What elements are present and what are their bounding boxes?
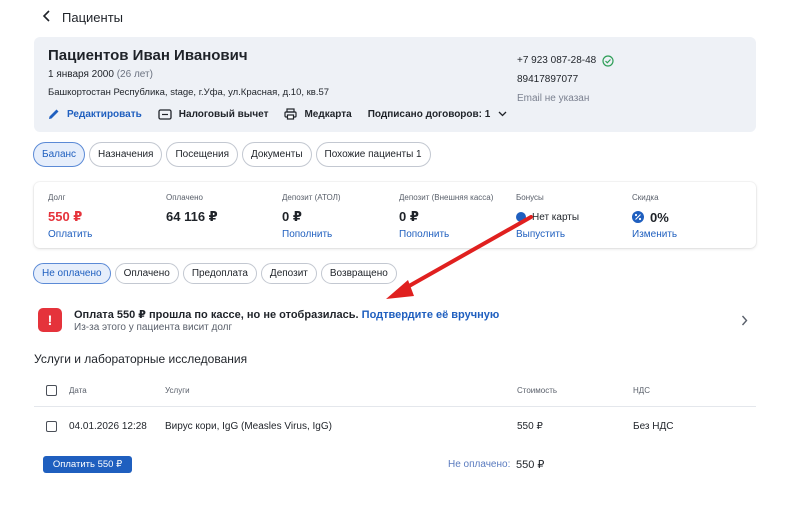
col-service: Услуги [165,386,190,395]
debt-label: Долг [48,193,66,202]
topup-atol-link[interactable]: Пополнить [282,229,341,240]
select-all-checkbox[interactable] [46,385,57,396]
top-bar: Пациенты [0,0,800,36]
contracts-dropdown[interactable]: Подписано договоров: 1 [368,109,515,120]
patient-address: Башкортостан Республика, stage, г.Уфа, у… [48,87,330,98]
filter-unpaid[interactable]: Не оплачено [33,263,111,284]
tax-deduction-button[interactable]: Налоговый вычет [158,108,269,120]
tax-deduction-label: Налоговый вычет [178,108,269,120]
balance-bonuses: Бонусы Нет карты Выпустить [516,193,579,240]
payment-alert[interactable]: ! Оплата 550 ₽ прошла по кассе, но не от… [34,300,756,342]
chevron-down-icon [498,111,507,117]
edit-button-label: Редактировать [67,108,142,120]
balance-paid: Оплачено 64 116 ₽ [166,193,218,227]
deposit-ext-value: 0 ₽ [399,209,419,224]
patient-tabs: Баланс Назначения Посещения Документы По… [33,142,435,167]
topup-ext-link[interactable]: Пополнить [399,229,493,240]
pay-debt-link[interactable]: Оплатить [48,229,92,240]
medcard-label: Медкарта [304,108,352,120]
balance-deposit-external: Депозит (Внешняя касса) 0 ₽ Пополнить [399,193,493,240]
balance-card: Долг 550 ₽ Оплатить Оплачено 64 116 ₽ Де… [34,182,756,248]
row-vat: Без НДС [633,420,674,432]
unpaid-label: Не оплачено: [448,459,511,470]
balance-deposit-atol: Депозит (АТОЛ) 0 ₽ Пополнить [282,193,341,240]
deposit-atol-value: 0 ₽ [282,209,302,224]
patient-email: Email не указан [517,93,590,104]
row-service: Вирус кори, IgG (Measles Virus, IgG) [165,420,332,432]
back-chevron-left-icon[interactable] [42,9,52,26]
patient-dob: 1 января 2000 (26 лет) [48,69,153,80]
col-cost: Стоимость [517,386,558,395]
filter-prepayment[interactable]: Предоплата [182,263,257,284]
confirm-manually-link[interactable]: Подтвердите её вручную [362,309,500,321]
filter-paid[interactable]: Оплачено [114,263,179,284]
alert-subtitle: Из-за этого у пациента висит долг [74,322,233,333]
row-checkbox[interactable] [46,420,57,432]
contracts-label: Подписано договоров: 1 [367,108,491,120]
col-vat: НДС [633,386,650,395]
bonuses-value-text: Нет карты [532,211,580,223]
patient-age: (26 лет) [116,69,153,80]
verified-check-icon [602,54,614,67]
card-dot-icon [516,212,526,222]
filter-deposit[interactable]: Депозит [260,263,317,284]
alert-title-text: Оплата 550 ₽ прошла по кассе, но не отоб… [74,309,359,321]
row-cost: 550 ₽ [517,420,543,432]
patient-card: Пациентов Иван Иванович 1 января 2000 (2… [34,37,756,132]
bonuses-value: Нет карты [516,207,579,227]
tab-documents[interactable]: Документы [241,142,312,167]
medcard-button[interactable]: Медкарта [284,108,352,120]
services-table: Дата Услуги Стоимость НДС 04.01.2026 12:… [34,375,756,445]
issue-card-link[interactable]: Выпустить [516,229,579,240]
ticket-icon [158,108,172,120]
tab-similar-patients[interactable]: Похожие пациенты 1 [315,142,431,167]
bonuses-label: Бонусы [516,193,544,202]
balance-discount: Скидка 0% Изменить [632,193,677,240]
pencil-icon [49,109,59,119]
patient-contacts: +7 923 087-28-48 89417897077 Email не ук… [517,51,614,108]
page-title: Пациенты [62,10,123,25]
table-header: Дата Услуги Стоимость НДС [34,375,756,407]
row-date: 04.01.2026 12:28 [69,420,147,432]
payment-filters: Не оплачено Оплачено Предоплата Депозит … [33,263,401,284]
debt-value: 550 ₽ [48,209,83,224]
paid-label: Оплачено [166,193,203,202]
table-row[interactable]: 04.01.2026 12:28 Вирус кори, IgG (Measle… [34,407,756,445]
patient-name: Пациентов Иван Иванович [48,47,248,64]
col-date: Дата [69,386,87,395]
discount-value: 0% [632,207,677,227]
pay-button[interactable]: Оплатить 550 ₽ [43,456,132,473]
patient-phone: +7 923 087-28-48 [517,55,597,66]
chevron-right-icon[interactable] [741,313,748,331]
percent-icon [632,211,644,223]
deposit-ext-label: Депозит (Внешняя касса) [399,193,494,202]
exclamation-icon: ! [38,308,62,332]
tab-balance[interactable]: Баланс [33,142,86,167]
discount-label: Скидка [632,193,659,202]
printer-icon [284,108,298,120]
services-section-title: Услуги и лабораторные исследования [34,352,248,366]
tab-appointments[interactable]: Назначения [89,142,163,167]
patient-actions: Редактировать Налоговый вычет Медкарта П… [48,106,530,122]
alert-title: Оплата 550 ₽ прошла по кассе, но не отоб… [74,308,499,321]
patient-phone-2: 89417897077 [517,74,579,85]
edit-button[interactable]: Редактировать [48,108,142,120]
discount-value-text: 0% [650,209,669,225]
patient-dob-date: 1 января 2000 [48,69,114,80]
unpaid-value: 550 ₽ [516,459,545,471]
deposit-atol-label: Депозит (АТОЛ) [282,193,341,202]
paid-value: 64 116 ₽ [166,209,218,224]
change-discount-link[interactable]: Изменить [632,229,677,240]
tab-visits[interactable]: Посещения [166,142,238,167]
balance-debt: Долг 550 ₽ Оплатить [48,193,92,240]
filter-returned[interactable]: Возвращено [320,263,397,284]
